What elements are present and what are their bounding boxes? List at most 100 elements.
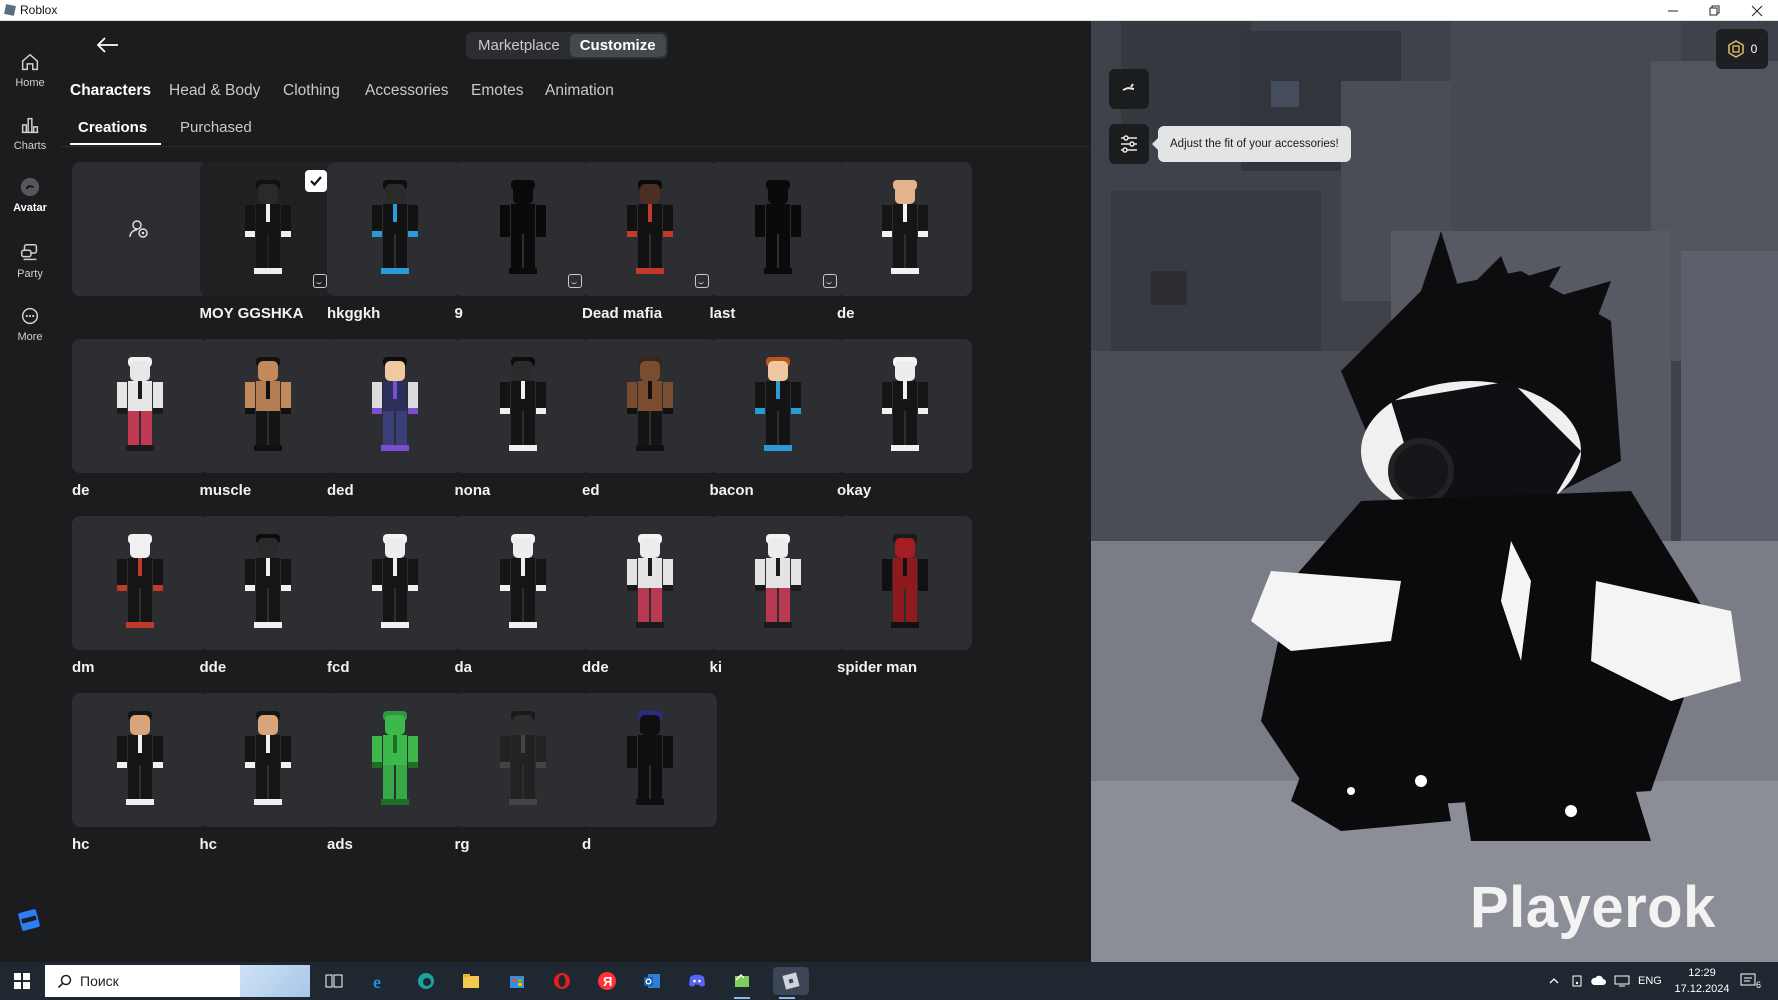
tray-overflow-button[interactable] xyxy=(1548,962,1560,1000)
character-tile[interactable]: de xyxy=(837,162,972,322)
emote-badge-icon xyxy=(695,274,709,288)
sliders-icon xyxy=(1121,135,1137,153)
outlook-icon xyxy=(644,974,660,988)
edge-button[interactable] xyxy=(412,967,440,995)
start-button[interactable] xyxy=(0,962,44,1000)
emote-button[interactable] xyxy=(1109,69,1149,109)
avatar-figure xyxy=(244,180,291,274)
tray-network-button[interactable] xyxy=(1614,962,1630,1000)
character-tile[interactable]: ed xyxy=(582,339,717,499)
device-icon xyxy=(1572,975,1582,987)
nav-party[interactable]: Party xyxy=(0,242,60,298)
character-thumbnail xyxy=(199,339,335,473)
tab-emotes[interactable]: Emotes xyxy=(471,82,524,100)
avatar-figure xyxy=(117,711,163,805)
avatar-preview[interactable]: Adjust the fit of your accessories! 0 Pl… xyxy=(1091,21,1778,962)
character-tile[interactable]: ki xyxy=(709,516,845,676)
windows-taskbar: Поиск e Я ENG 12:29 17.12.2024 6 xyxy=(0,962,1778,1000)
yandex-button[interactable]: Я xyxy=(593,967,621,995)
character-thumbnail xyxy=(582,339,717,473)
character-thumbnail xyxy=(199,162,335,296)
character-tile[interactable]: dde xyxy=(199,516,335,676)
adjust-fit-button[interactable] xyxy=(1109,124,1149,164)
nav-home-label: Home xyxy=(15,77,45,89)
marketplace-tab[interactable]: Marketplace xyxy=(468,34,570,57)
opera-icon xyxy=(554,973,570,989)
character-name: ki xyxy=(709,659,723,676)
party-icon xyxy=(21,244,38,261)
roblox-logo-icon[interactable] xyxy=(18,909,40,931)
nav-home[interactable]: Home xyxy=(0,51,60,107)
tab-animation[interactable]: Animation xyxy=(545,82,614,100)
character-tile[interactable]: hc xyxy=(72,693,207,853)
character-name: nona xyxy=(454,482,491,499)
character-tile[interactable]: fcd xyxy=(327,516,462,676)
robux-balance[interactable]: 0 xyxy=(1716,29,1768,69)
character-tile[interactable]: Dead mafia xyxy=(582,162,717,322)
discord-button[interactable] xyxy=(683,967,711,995)
character-tile[interactable]: spider man xyxy=(837,516,972,676)
opera-button[interactable] xyxy=(548,967,576,995)
back-arrow-icon xyxy=(96,37,118,53)
explorer-button[interactable] xyxy=(457,967,485,995)
ie-button[interactable]: e xyxy=(366,967,394,995)
character-tile[interactable]: nona xyxy=(454,339,590,499)
back-button[interactable] xyxy=(94,33,122,57)
tab-characters[interactable]: Characters xyxy=(70,82,151,100)
sub-tabs: Creations Purchased xyxy=(60,109,1090,147)
close-button[interactable] xyxy=(1736,0,1778,21)
character-name: dm xyxy=(72,659,95,676)
language-indicator[interactable]: ENG xyxy=(1638,962,1662,1000)
nav-avatar[interactable]: Avatar xyxy=(0,176,60,232)
tab-accessories[interactable]: Accessories xyxy=(365,82,449,100)
avatar-icon xyxy=(20,177,40,197)
avatar-figure xyxy=(244,534,291,628)
tab-clothing[interactable]: Clothing xyxy=(283,82,340,100)
nav-more[interactable]: More xyxy=(0,305,60,361)
emote-badge-icon xyxy=(312,274,327,288)
character-tile[interactable]: ded xyxy=(327,339,462,499)
character-tile[interactable]: hc xyxy=(199,693,335,853)
store-button[interactable] xyxy=(503,967,531,995)
taskbar-search[interactable]: Поиск xyxy=(45,965,310,997)
tray-device-button[interactable] xyxy=(1570,962,1584,1000)
avatar-figure xyxy=(117,534,163,628)
minimize-button[interactable] xyxy=(1652,0,1694,21)
tab-purchased[interactable]: Purchased xyxy=(180,119,252,136)
avatar-figure xyxy=(882,180,928,274)
taskbar-clock[interactable]: 12:29 17.12.2024 xyxy=(1670,965,1734,997)
character-thumbnail xyxy=(199,516,335,650)
character-tile[interactable]: dde xyxy=(582,516,717,676)
character-tile[interactable]: bacon xyxy=(709,339,845,499)
edge-icon xyxy=(418,973,434,989)
character-name: hc xyxy=(199,836,218,853)
character-tile[interactable]: MOY GGSHKA xyxy=(199,162,335,322)
character-thumbnail xyxy=(837,516,972,650)
restore-button[interactable] xyxy=(1694,0,1736,21)
character-tile[interactable]: last xyxy=(709,162,845,322)
character-tile[interactable]: ads xyxy=(327,693,462,853)
nav-more-label: More xyxy=(17,331,43,343)
notifications-button[interactable]: 6 xyxy=(1740,962,1761,1000)
pinned-app-button[interactable] xyxy=(728,967,756,999)
character-tile[interactable]: okay xyxy=(837,339,972,499)
avatar-figure xyxy=(627,534,673,628)
tab-creations[interactable]: Creations xyxy=(78,119,147,136)
character-tile[interactable]: 9 xyxy=(454,162,590,322)
character-tile[interactable]: da xyxy=(454,516,590,676)
task-view-button[interactable] xyxy=(320,967,348,995)
character-tile[interactable]: hkggkh xyxy=(327,162,462,322)
roblox-task-button[interactable] xyxy=(773,967,809,999)
outlook-button[interactable] xyxy=(638,967,666,995)
clock-date: 17.12.2024 xyxy=(1674,983,1730,995)
character-tile[interactable]: muscle xyxy=(199,339,335,499)
character-tile[interactable]: de xyxy=(72,339,207,499)
create-character-tile[interactable] xyxy=(72,162,207,305)
character-tile[interactable]: d xyxy=(582,693,717,853)
character-tile[interactable]: dm xyxy=(72,516,207,676)
tab-head-body[interactable]: Head & Body xyxy=(169,82,260,100)
nav-charts[interactable]: Charts xyxy=(0,114,60,170)
tray-cloud-button[interactable] xyxy=(1590,962,1606,1000)
character-tile[interactable]: rg xyxy=(454,693,590,853)
customize-tab[interactable]: Customize xyxy=(569,34,666,57)
